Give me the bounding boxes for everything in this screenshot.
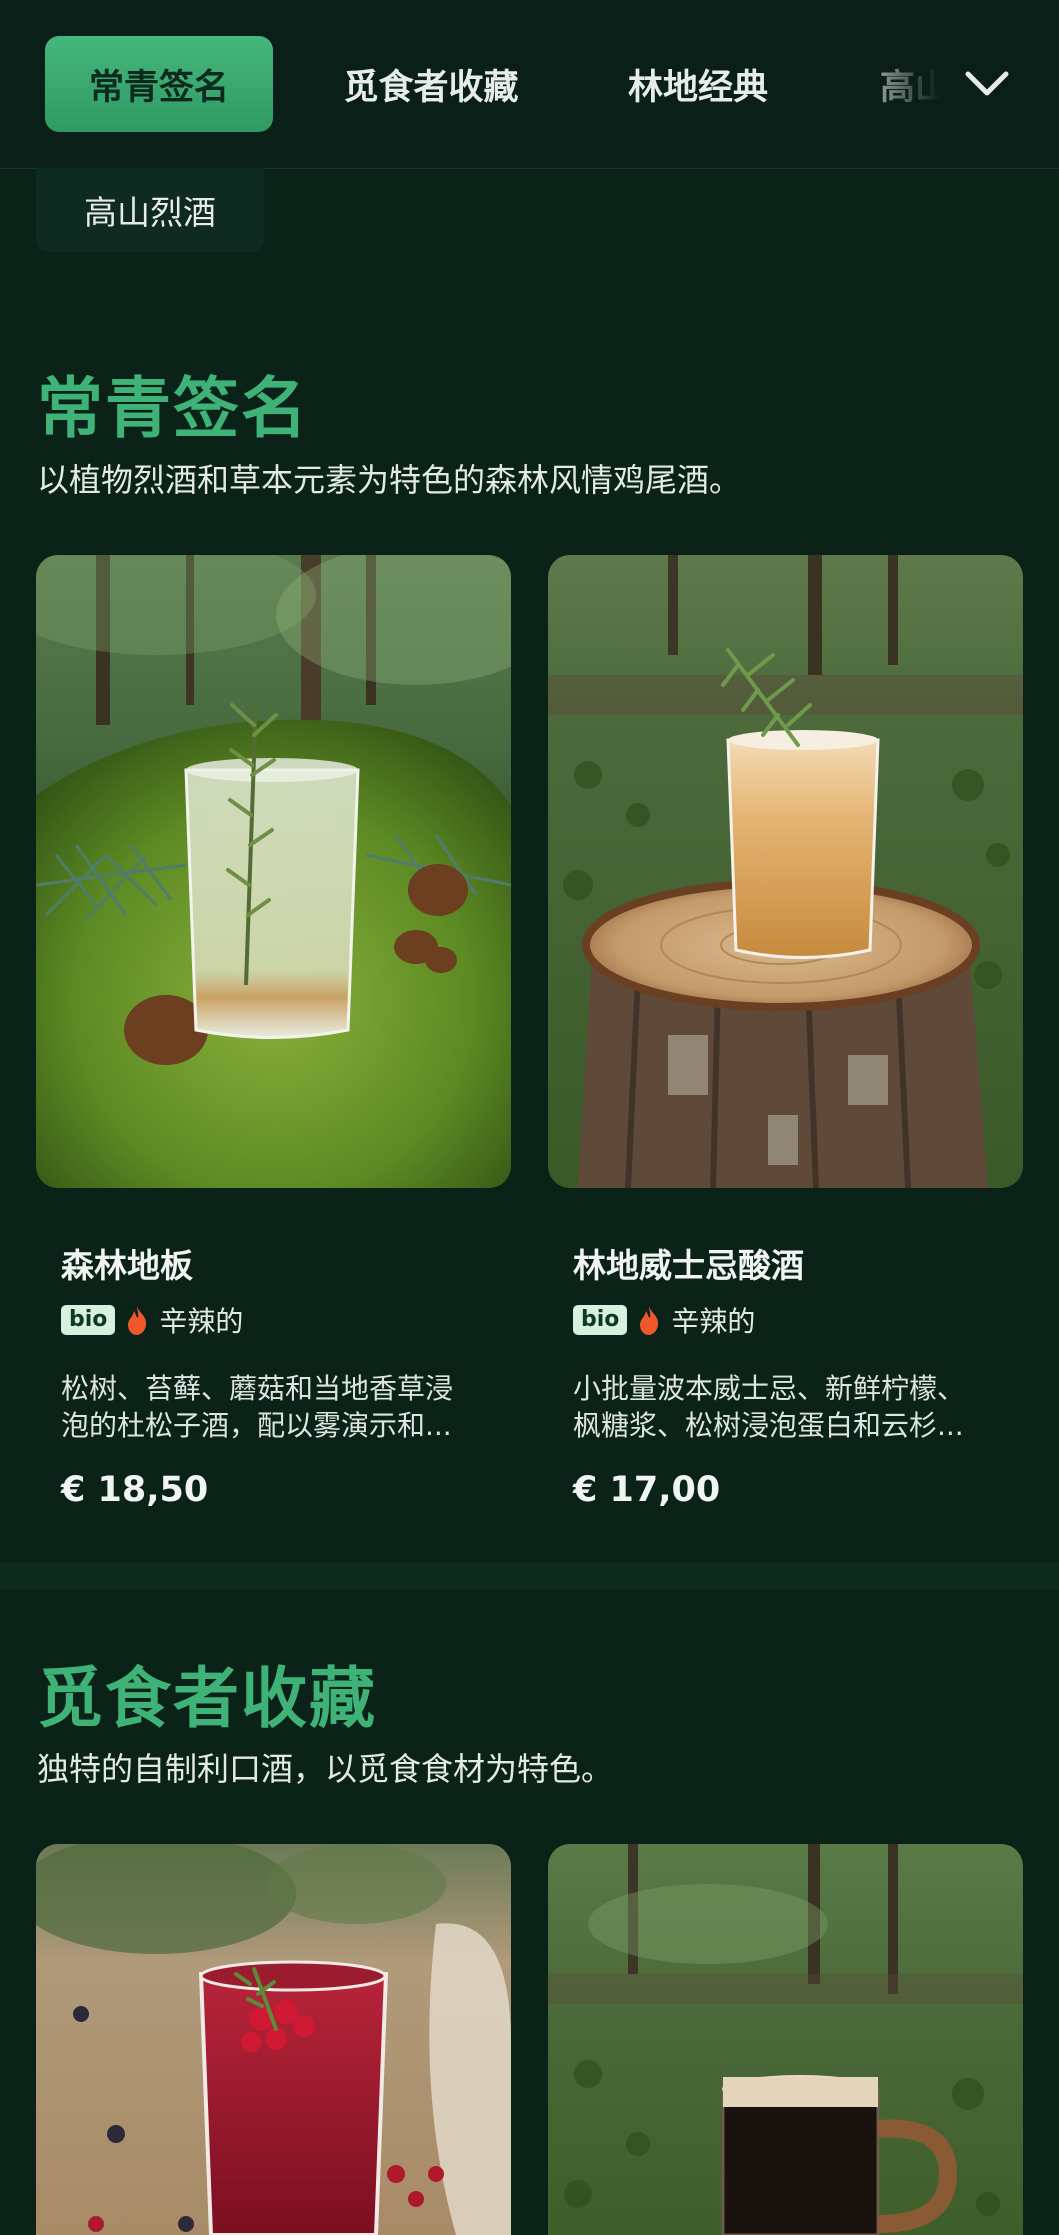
- section-title-evergreen: 常青签名: [37, 370, 309, 447]
- menu-item-price: € 17,00: [573, 1470, 721, 1510]
- menu-item-name[interactable]: 林地威士忌酸酒: [573, 1239, 804, 1287]
- section-subtitle-evergreen: 以植物烈酒和草本元素为特色的森林风情鸡尾酒。: [37, 461, 742, 499]
- tab-alpine-spirits-partial[interactable]: 高山: [880, 36, 940, 132]
- section-divider: [0, 1563, 1059, 1589]
- dark-beer-mug-photo[interactable]: [548, 1844, 1023, 2235]
- cocktail-on-stump-photo[interactable]: [548, 555, 1023, 1188]
- cocktail-on-moss-photo[interactable]: [36, 555, 511, 1188]
- bio-badge: bio: [61, 1305, 116, 1335]
- tab-alpine-spirits[interactable]: 高山烈酒: [36, 168, 264, 252]
- spicy-label: 辛辣的: [671, 1305, 756, 1338]
- flame-icon: [640, 1306, 659, 1335]
- bio-badge: bio: [573, 1305, 628, 1335]
- section-title-foragers: 觅食者收藏: [37, 1660, 377, 1737]
- menu-item-description: 松树、苔藓、蘑菇和当地香草浸 泡的杜松子酒，配以雾演示和...: [61, 1372, 454, 1442]
- chevron-down-icon[interactable]: [962, 62, 1012, 106]
- tab-foragers-collection[interactable]: 觅食者收藏: [318, 36, 544, 132]
- spicy-label: 辛辣的: [159, 1305, 244, 1338]
- flame-icon: [128, 1306, 147, 1335]
- tab-woodland-classics[interactable]: 林地经典: [596, 36, 800, 132]
- section-subtitle-foragers: 独特的自制利口酒，以觅食食材为特色。: [37, 1750, 614, 1788]
- tab-evergreen-signatures[interactable]: 常青签名: [45, 36, 273, 132]
- menu-item-description: 小批量波本威士忌、新鲜柠檬、 枫糖浆、松树浸泡蛋白和云杉...: [573, 1372, 966, 1442]
- category-tab-bar: 常青签名 觅食者收藏 林地经典 高山: [0, 0, 1059, 169]
- berry-liqueur-photo[interactable]: [36, 1844, 511, 2235]
- menu-item-price: € 18,50: [61, 1470, 209, 1510]
- menu-item-tags: bio 辛辣的: [573, 1302, 755, 1338]
- menu-item-name[interactable]: 森林地板: [61, 1239, 193, 1287]
- menu-item-tags: bio 辛辣的: [61, 1302, 243, 1338]
